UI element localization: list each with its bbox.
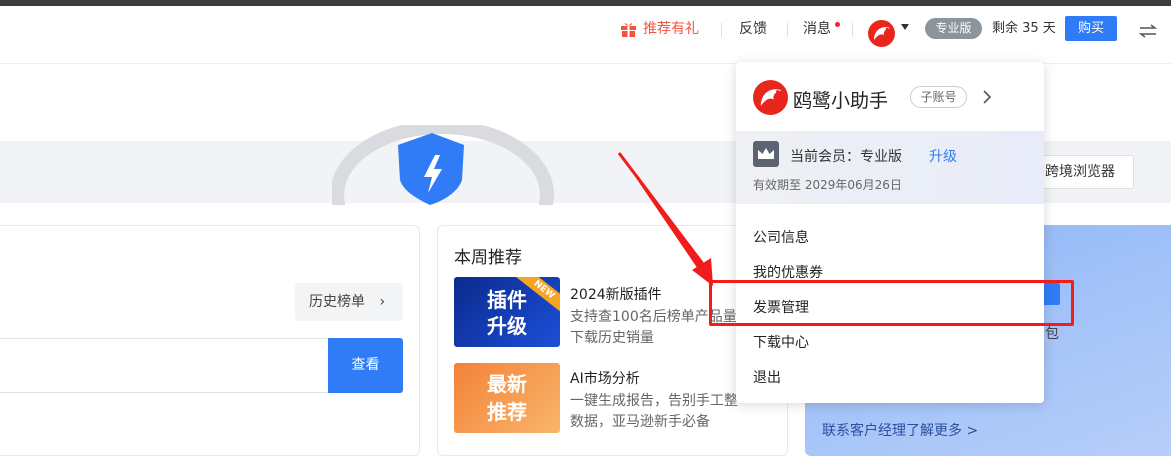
annotation-arrow (617, 152, 713, 286)
annotation-highlight-box (709, 280, 1074, 326)
